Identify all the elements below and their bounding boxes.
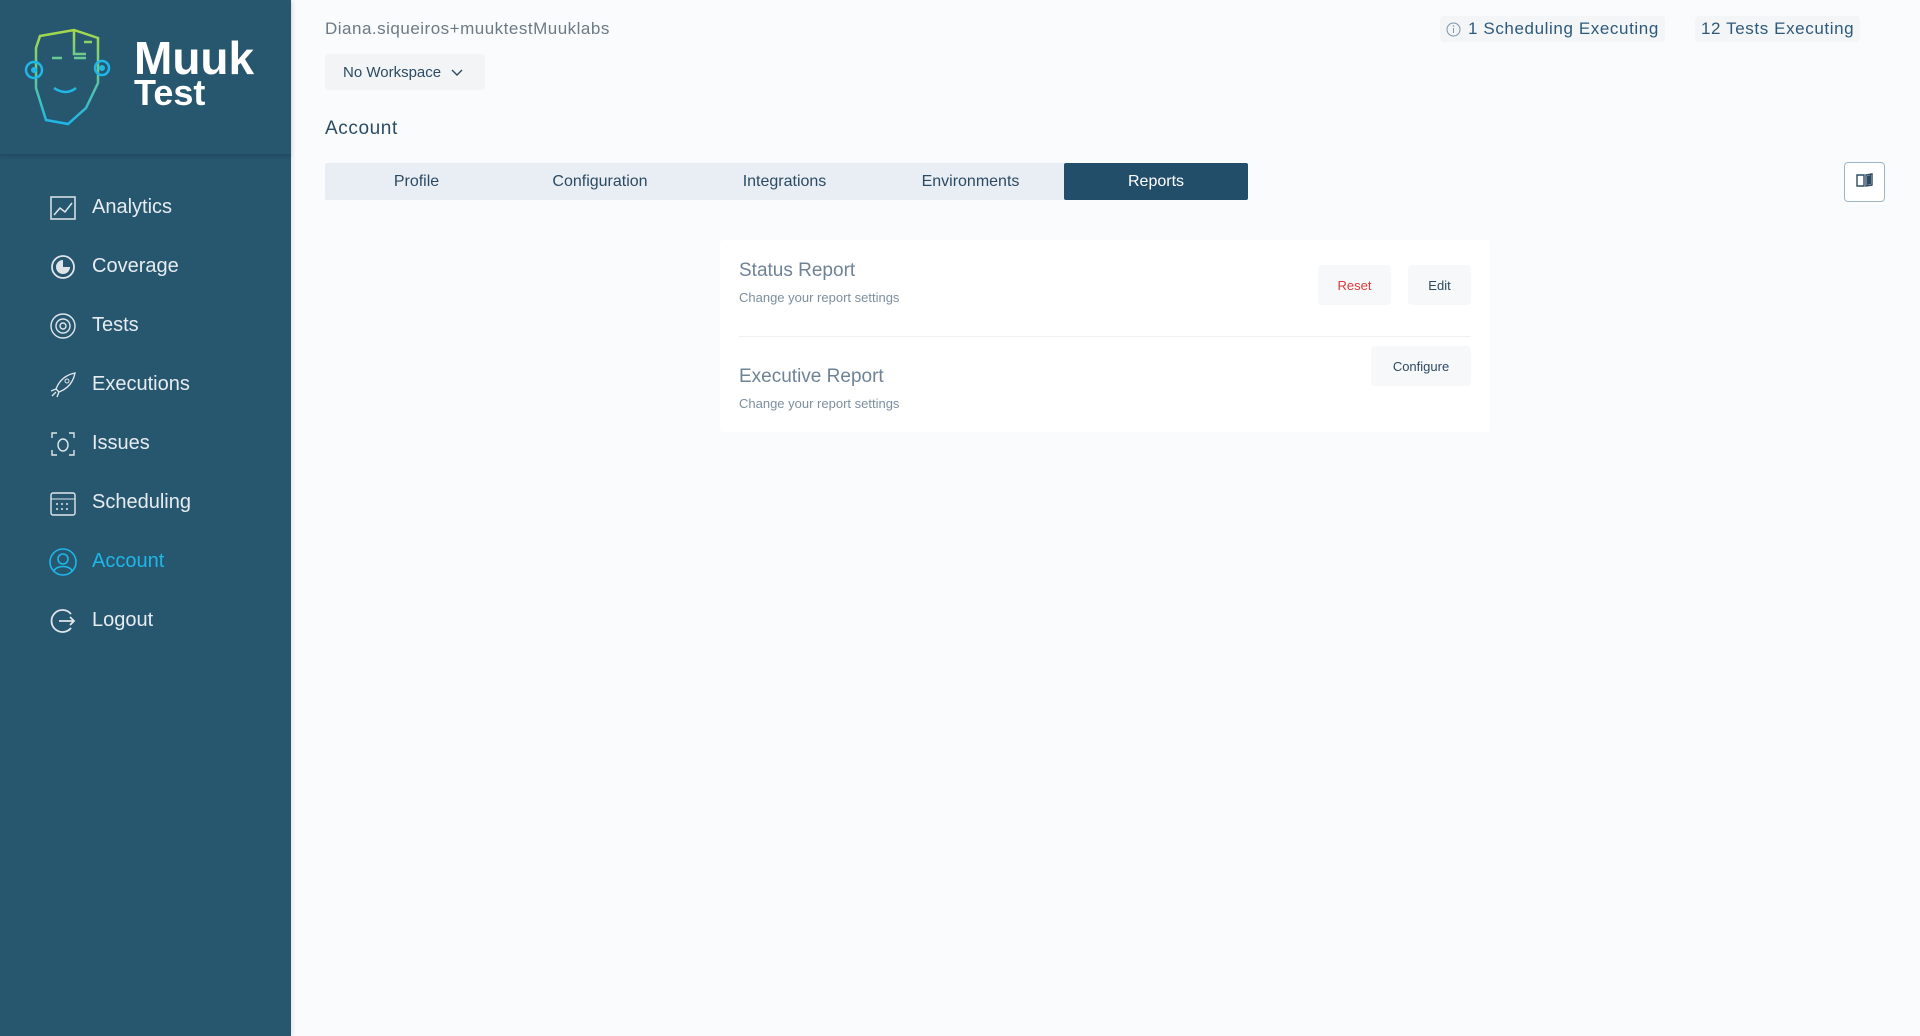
tab-configuration[interactable]: Configuration <box>508 163 692 200</box>
sidebar-item-label: Scheduling <box>92 491 191 514</box>
logout-icon <box>48 606 78 636</box>
tests-status[interactable]: 12 Tests Executing <box>1695 16 1860 42</box>
report-title: Executive Report <box>739 366 884 388</box>
tab-environments[interactable]: Environments <box>877 163 1064 200</box>
workspace-dropdown[interactable]: No Workspace <box>325 54 485 90</box>
tab-profile[interactable]: Profile <box>325 163 508 200</box>
page-title: Account <box>325 118 398 140</box>
tests-status-text: 12 Tests Executing <box>1701 19 1854 39</box>
calendar-icon <box>48 488 78 518</box>
sidebar-item-analytics[interactable]: Analytics <box>0 178 291 237</box>
edit-button[interactable]: Edit <box>1408 265 1471 305</box>
sidebar-item-label: Logout <box>92 609 153 632</box>
reset-button[interactable]: Reset <box>1318 265 1391 305</box>
sidebar-item-label: Coverage <box>92 255 179 278</box>
rocket-icon <box>48 370 78 400</box>
sidebar-item-account[interactable]: Account <box>0 532 291 591</box>
sidebar-item-label: Tests <box>92 314 139 337</box>
sidebar-item-coverage[interactable]: Coverage <box>0 237 291 296</box>
analytics-icon <box>48 193 78 223</box>
sidebar-nav: Analytics Coverage Tests Executions Issu… <box>0 178 291 650</box>
user-name: Diana.siqueiros+muuktestMuuklabs <box>325 19 610 39</box>
sidebar: MuukTest Analytics Coverage Tests Execut… <box>0 0 291 1036</box>
reports-card: Status Report Change your report setting… <box>720 240 1490 432</box>
report-title: Status Report <box>739 260 855 282</box>
sidebar-item-executions[interactable]: Executions <box>0 355 291 414</box>
brand-wordmark: MuukTest <box>134 40 254 107</box>
tests-icon <box>48 311 78 341</box>
sidebar-item-label: Executions <box>92 373 190 396</box>
chevron-down-icon <box>451 64 463 81</box>
scheduling-status-text: 1 Scheduling Executing <box>1468 19 1659 39</box>
muuktest-face-logo-icon <box>24 28 120 128</box>
scheduling-status[interactable]: 1 Scheduling Executing <box>1440 16 1665 42</box>
executive-report-row: Executive Report Change your report sett… <box>739 346 1471 442</box>
logo: MuukTest <box>0 0 291 155</box>
configure-button[interactable]: Configure <box>1371 346 1471 386</box>
sidebar-item-logout[interactable]: Logout <box>0 591 291 650</box>
sidebar-item-issues[interactable]: Issues <box>0 414 291 473</box>
sidebar-item-label: Issues <box>92 432 150 455</box>
sidebar-item-tests[interactable]: Tests <box>0 296 291 355</box>
status-report-row: Status Report Change your report setting… <box>739 240 1471 336</box>
sidebar-item-label: Account <box>92 550 164 573</box>
account-tabs: Profile Configuration Integrations Envir… <box>325 163 1248 200</box>
coverage-icon <box>48 252 78 282</box>
book-icon <box>1856 173 1874 192</box>
workspace-label: No Workspace <box>343 64 441 81</box>
info-icon <box>1446 22 1461 37</box>
docs-button[interactable] <box>1844 162 1885 202</box>
tab-integrations[interactable]: Integrations <box>692 163 877 200</box>
divider <box>739 336 1471 337</box>
bug-icon <box>48 429 78 459</box>
sidebar-item-label: Analytics <box>92 196 172 219</box>
report-subtitle: Change your report settings <box>739 396 899 411</box>
user-icon <box>48 547 78 577</box>
report-subtitle: Change your report settings <box>739 290 899 305</box>
sidebar-item-scheduling[interactable]: Scheduling <box>0 473 291 532</box>
tab-reports[interactable]: Reports <box>1064 163 1248 200</box>
